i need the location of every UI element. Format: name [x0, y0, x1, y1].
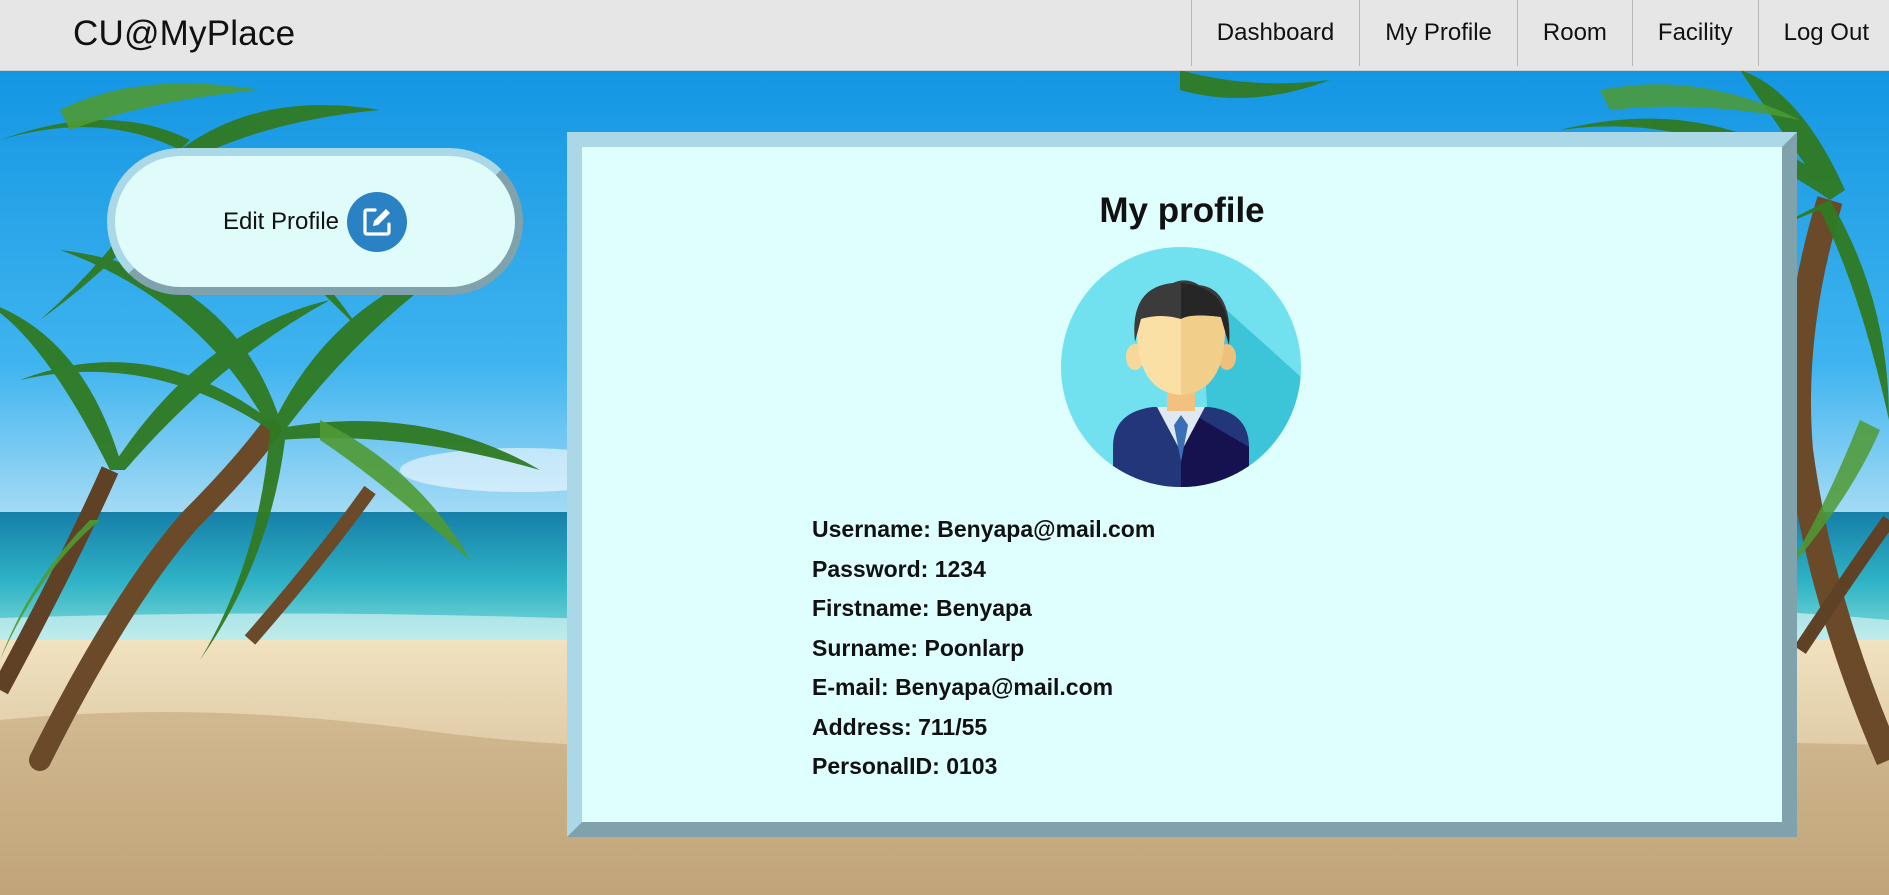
- email-value: E-mail: Benyapa@mail.com: [812, 674, 1114, 700]
- brand-logo-text[interactable]: CU@MyPlace: [73, 14, 295, 54]
- page-title: My profile: [1099, 191, 1265, 230]
- username-value: Username: Benyapa@mail.com: [812, 516, 1156, 542]
- nav-log-out[interactable]: Log Out: [1757, 0, 1889, 66]
- edit-profile-button[interactable]: Edit Profile: [107, 148, 523, 295]
- nav-my-profile[interactable]: My Profile: [1359, 0, 1517, 66]
- edit-square-icon: [347, 191, 408, 252]
- surname-value: Surname: Poonlarp: [812, 634, 1025, 661]
- firstname-value: Firstname: Benyapa: [812, 595, 1032, 621]
- nav-room[interactable]: Room: [1516, 0, 1632, 66]
- personal-id-value: PersonalID: 0103: [812, 753, 998, 779]
- profile-details: Username: Benyapa@mail.com Password: 123…: [812, 510, 1155, 787]
- password-value: Password: 1234: [812, 555, 986, 582]
- main-nav: Dashboard My Profile Room Facility Log O…: [1190, 0, 1889, 66]
- nav-facility[interactable]: Facility: [1631, 0, 1758, 66]
- person-avatar: [1061, 247, 1301, 487]
- edit-profile-label: Edit Profile: [222, 207, 340, 235]
- address-value: Address: 711/55: [812, 713, 988, 740]
- profile-card: My profile Username: Benyapa@mail.com Pa…: [567, 132, 1797, 837]
- nav-dashboard[interactable]: Dashboard: [1190, 0, 1359, 66]
- top-navbar: CU@MyPlace Dashboard My Profile Room Fac…: [0, 0, 1889, 71]
